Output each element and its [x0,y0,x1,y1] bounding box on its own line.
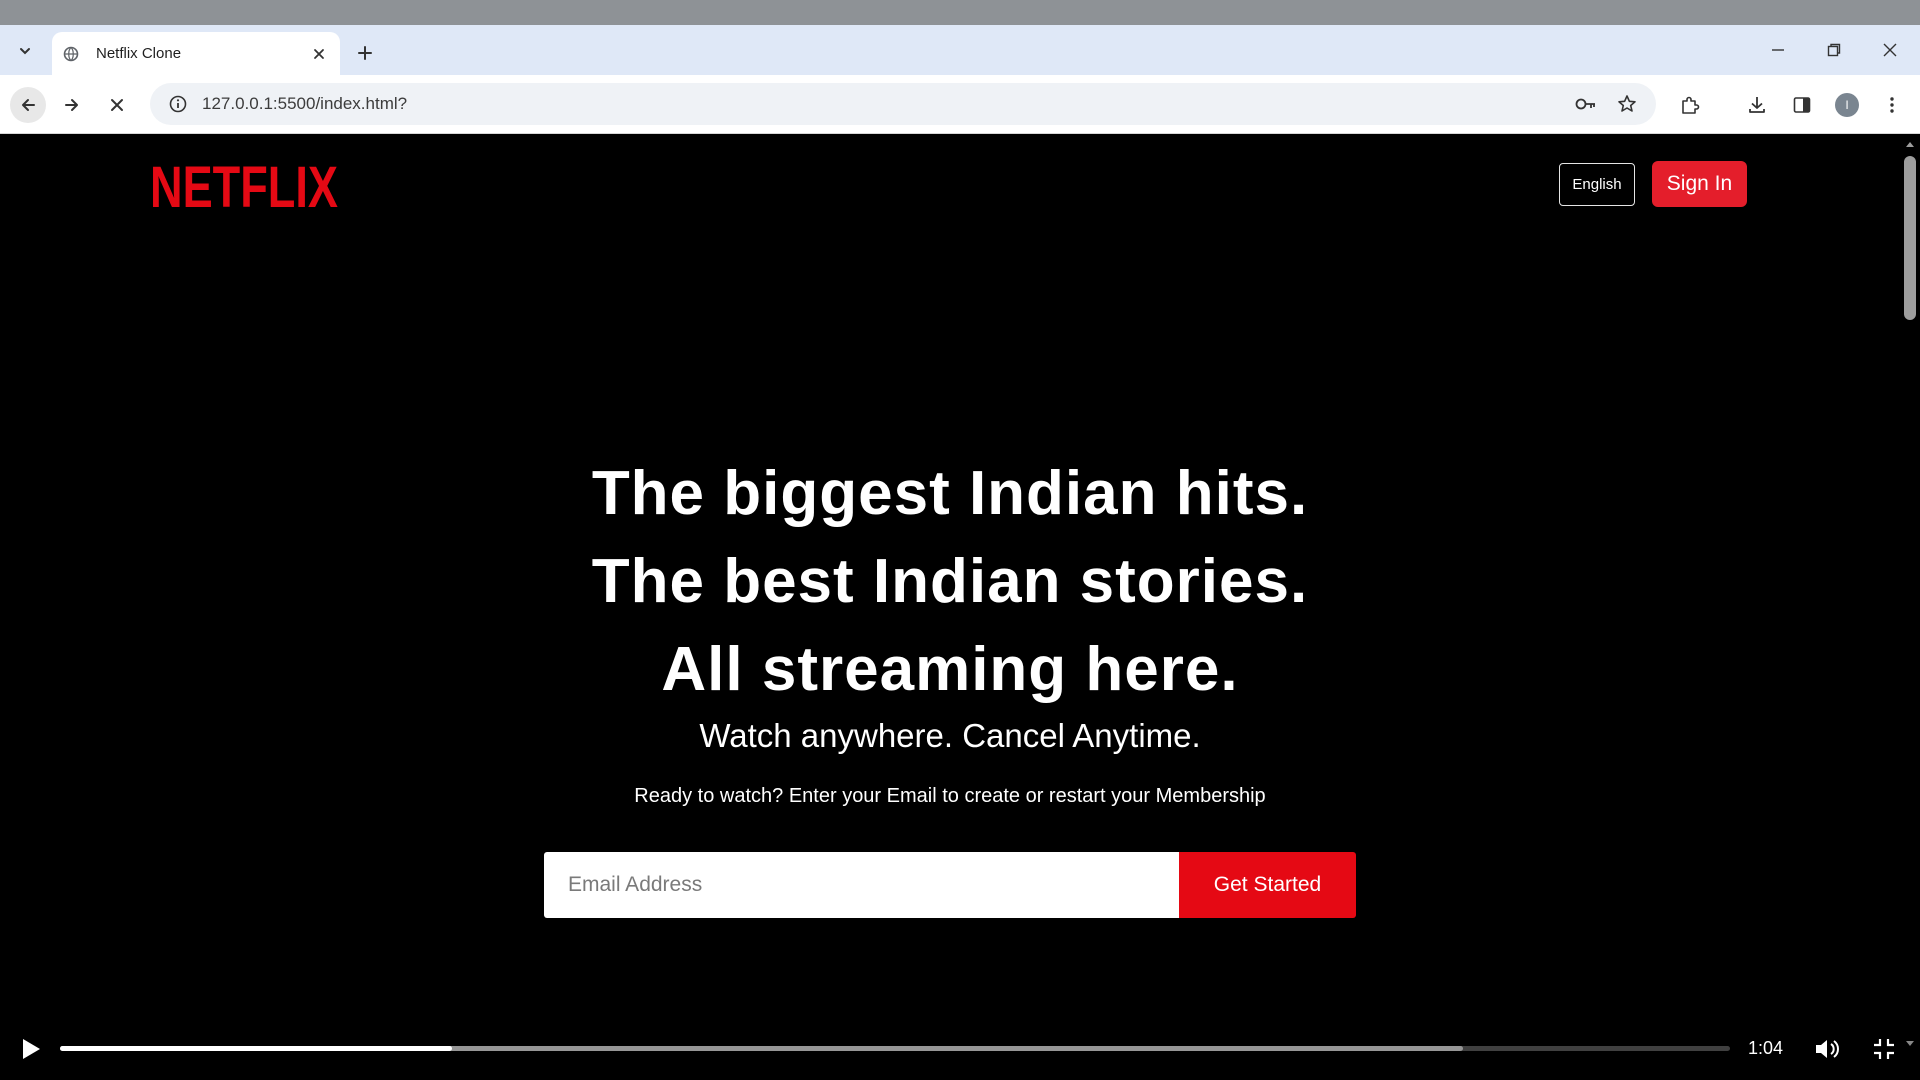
browser-menu-button[interactable] [1874,87,1910,123]
play-icon [23,1039,40,1059]
netflix-logo[interactable]: NETFLIX [150,155,340,221]
tab-netflix-clone[interactable]: Netflix Clone [52,32,340,75]
hero-headline: The biggest Indian hits. The best Indian… [0,450,1900,714]
downloads-button[interactable] [1739,87,1775,123]
page-scrollbar[interactable] [1900,134,1920,1080]
hero-subheading: Watch anywhere. Cancel Anytime. [699,717,1201,754]
side-panel-icon [1793,97,1811,113]
netflix-page: NETFLIX English Sign In The biggest Indi… [0,134,1900,1080]
progress-played [60,1046,453,1051]
kebab-menu-icon [1890,97,1894,113]
back-button[interactable] [10,87,46,123]
stop-icon [111,99,123,111]
tab-title: Netflix Clone [96,45,182,62]
key-icon[interactable] [1568,86,1604,122]
side-panel-button[interactable] [1784,87,1820,123]
logo-text: NETFLIX [150,156,338,216]
new-tab-button[interactable] [350,38,380,68]
email-signup-form: Get Started [544,852,1356,918]
url-text[interactable]: 127.0.0.1:5500/index.html? [202,94,1656,114]
scroll-up-icon[interactable] [1904,138,1916,150]
minimize-button[interactable] [1750,25,1806,75]
cta-text: Ready to watch? Enter your Email to crea… [634,785,1266,807]
video-controls: 1:04 [0,1018,1920,1080]
tab-search-button[interactable] [10,38,40,64]
stop-button[interactable] [99,87,135,123]
back-arrow-icon [22,99,35,111]
video-progress-bar[interactable] [60,1046,1730,1051]
tab-bar: Netflix Clone [0,25,1920,75]
info-icon[interactable] [156,83,200,125]
plus-icon [358,46,372,60]
profile-avatar[interactable]: I [1835,93,1859,117]
fullscreen-button[interactable] [1868,1034,1900,1064]
volume-button[interactable] [1812,1034,1844,1064]
get-started-button[interactable]: Get Started [1179,852,1356,918]
browser-toolbar: 127.0.0.1:5500/index.html? I [0,75,1920,134]
close-icon[interactable] [308,43,330,65]
restore-button[interactable] [1806,25,1862,75]
email-field[interactable] [544,852,1179,918]
globe-icon [62,45,80,63]
close-window-button[interactable] [1862,25,1918,75]
forward-arrow-icon [65,99,78,111]
desktop-strip [0,0,1920,25]
puzzle-icon [1682,96,1700,114]
language-button[interactable]: English [1559,163,1635,206]
download-icon [1749,97,1765,113]
close-icon [1883,43,1897,57]
sign-in-button[interactable]: Sign In [1652,161,1747,207]
star-icon[interactable] [1609,86,1645,122]
chevron-down-icon [20,48,30,55]
fullscreen-icon [1874,1039,1894,1059]
headline-line-2: The best Indian stories. [591,547,1309,616]
play-button[interactable] [16,1034,46,1064]
volume-icon [1816,1040,1839,1058]
screen: Netflix Clone 127.0.0.1:5500/index.html?… [0,0,1920,1080]
scroll-thumb[interactable] [1904,156,1916,320]
headline-line-3: All streaming here. [661,635,1239,704]
minimize-icon [1772,49,1784,51]
forward-button[interactable] [54,87,90,123]
extensions-button[interactable] [1672,87,1708,123]
restore-icon [1827,43,1841,57]
video-time: 1:04 [1748,1038,1784,1058]
address-bar[interactable]: 127.0.0.1:5500/index.html? [150,83,1656,125]
headline-line-1: The biggest Indian hits. [591,459,1309,528]
